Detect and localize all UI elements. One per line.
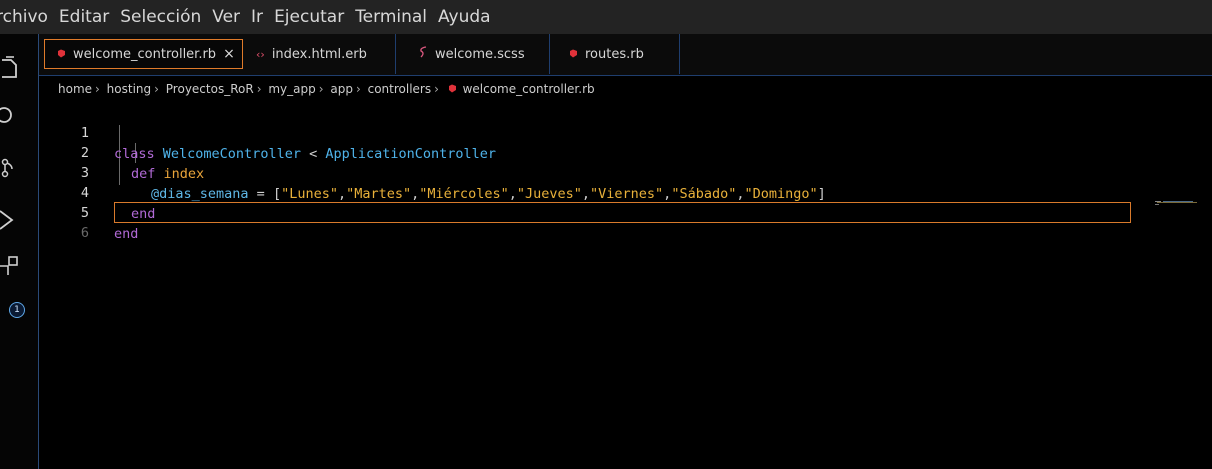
breadcrumb: home › hosting › Proyectos_RoR › my_app › ap… <box>58 82 595 96</box>
tab-label: welcome_controller.rb <box>73 46 217 62</box>
extensions-icon[interactable] <box>0 254 28 282</box>
tab-index-html-erb[interactable]: ‹› index.html.erb <box>244 34 396 74</box>
menu-ver[interactable]: Ver <box>212 7 240 27</box>
ruby-icon <box>57 47 66 62</box>
extensions-badge: 1 <box>9 302 25 318</box>
breadcrumb-my-app[interactable]: my_app <box>268 82 315 96</box>
line-number: 6 <box>80 225 89 241</box>
search-icon[interactable] <box>0 103 28 131</box>
tab-label: routes.rb <box>585 46 644 62</box>
breadcrumb-controllers[interactable]: controllers <box>368 82 432 96</box>
source-control-icon[interactable] <box>0 154 28 182</box>
tab-welcome-controller[interactable]: welcome_controller.rb × <box>44 39 243 69</box>
tab-bar: welcome_controller.rb × ‹› index.html.er… <box>39 34 1212 76</box>
run-debug-icon[interactable] <box>0 206 28 234</box>
activity-bar: 1 <box>0 34 39 469</box>
code-line: 3 @dias_semana = ["Lunes","Martes","Miér… <box>39 142 1131 202</box>
menu-terminal[interactable]: Terminal <box>355 7 427 27</box>
current-line-highlight <box>114 202 1131 223</box>
code-line: 4 end <box>39 162 1131 222</box>
code-editor[interactable]: 1 class WelcomeController < ApplicationC… <box>39 100 1212 469</box>
tab-routes-rb[interactable]: routes.rb <box>550 34 680 74</box>
code-line: 1 class WelcomeController < ApplicationC… <box>39 102 1131 162</box>
menu-seleccion[interactable]: Selección <box>120 7 201 27</box>
breadcrumb-app[interactable]: app <box>330 82 353 96</box>
code-line: 2 def index <box>39 122 1131 182</box>
explorer-icon[interactable] <box>0 54 28 82</box>
tab-welcome-scss[interactable]: welcome.scss <box>396 34 550 74</box>
breadcrumb-home[interactable]: home <box>58 82 92 96</box>
sass-icon <box>418 46 428 62</box>
tab-label: welcome.scss <box>435 46 525 62</box>
breadcrumb-proyectos[interactable]: Proyectos_RoR <box>166 82 254 96</box>
menu-editar[interactable]: Editar <box>59 7 109 27</box>
menu-ayuda[interactable]: Ayuda <box>438 7 491 27</box>
menu-archivo[interactable]: rchivo <box>0 7 48 27</box>
close-icon[interactable]: × <box>223 46 235 62</box>
menu-bar: rchivo Editar Selección Ver Ir Ejecutar … <box>0 0 1212 34</box>
breadcrumb-hosting[interactable]: hosting <box>107 82 151 96</box>
code-line: 5 end <box>39 182 1131 242</box>
html-icon: ‹› <box>256 47 265 61</box>
ruby-icon <box>448 82 457 96</box>
menu-ejecutar[interactable]: Ejecutar <box>274 7 344 27</box>
breadcrumb-file[interactable]: welcome_controller.rb <box>463 82 595 96</box>
tab-label: index.html.erb <box>271 46 367 62</box>
minimap[interactable] <box>1155 201 1205 205</box>
menu-ir[interactable]: Ir <box>251 7 263 27</box>
ruby-icon <box>569 47 578 62</box>
